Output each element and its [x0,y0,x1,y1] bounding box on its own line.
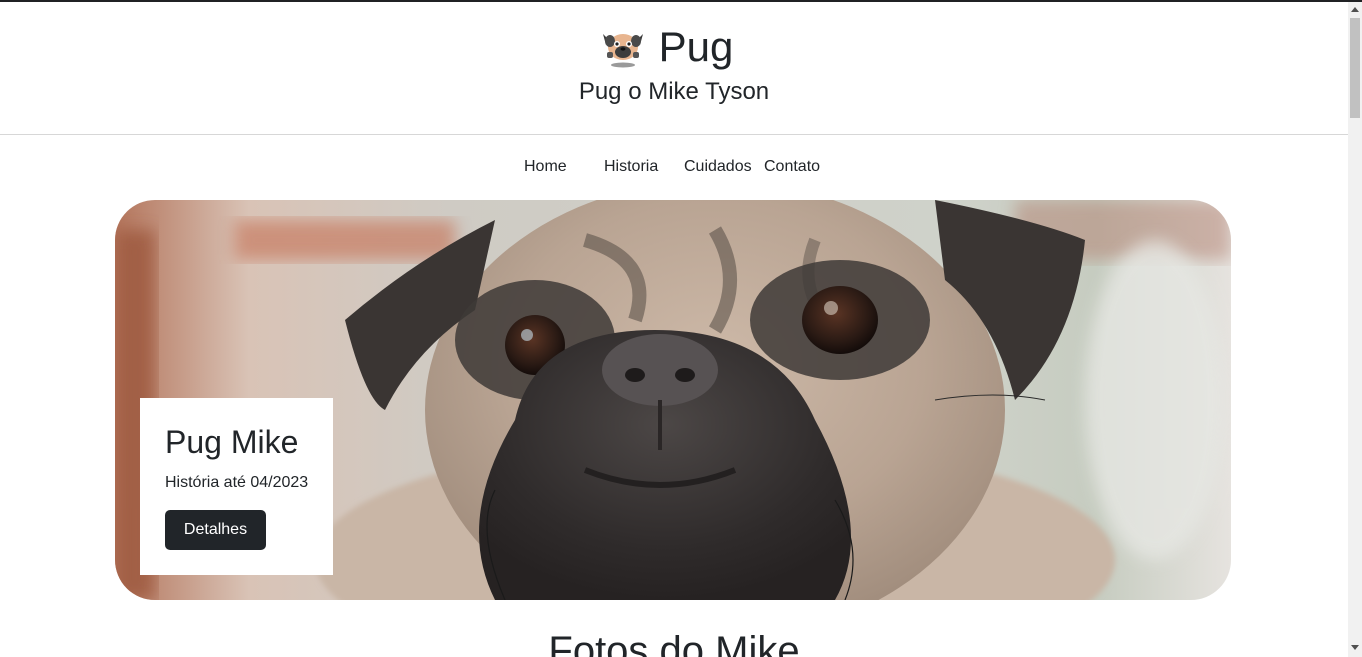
hero-card: Pug Mike História até 04/2023 Detalhes [140,398,333,575]
section-heading-photos: Fotos do Mike [548,629,800,657]
hero-card-title: Pug Mike [165,424,299,460]
details-button[interactable]: Detalhes [165,510,266,550]
nav-link-contato[interactable]: Contato [764,155,820,179]
scroll-down-arrow-icon[interactable] [1351,645,1359,650]
hero-card-text: História até 04/2023 [165,474,309,491]
site-subtitle: Pug o Mike Tyson [578,78,770,105]
site-title: Pug [658,23,734,70]
brand: Pug [0,24,1348,70]
nav-link-historia[interactable]: Historia [604,155,658,179]
scroll-up-arrow-icon[interactable] [1351,7,1359,12]
scroll-thumb[interactable] [1350,18,1360,118]
page: Pug Pug o Mike Tyson Home Historia Cuida… [0,0,1362,657]
site-header: Pug Pug o Mike Tyson [0,2,1348,135]
vertical-scrollbar[interactable] [1348,2,1362,657]
pug-logo-icon [602,34,643,68]
main-nav: Home Historia Cuidados Contato [0,155,1348,181]
nav-link-home[interactable]: Home [524,155,567,179]
nav-link-cuidados[interactable]: Cuidados [684,155,752,179]
